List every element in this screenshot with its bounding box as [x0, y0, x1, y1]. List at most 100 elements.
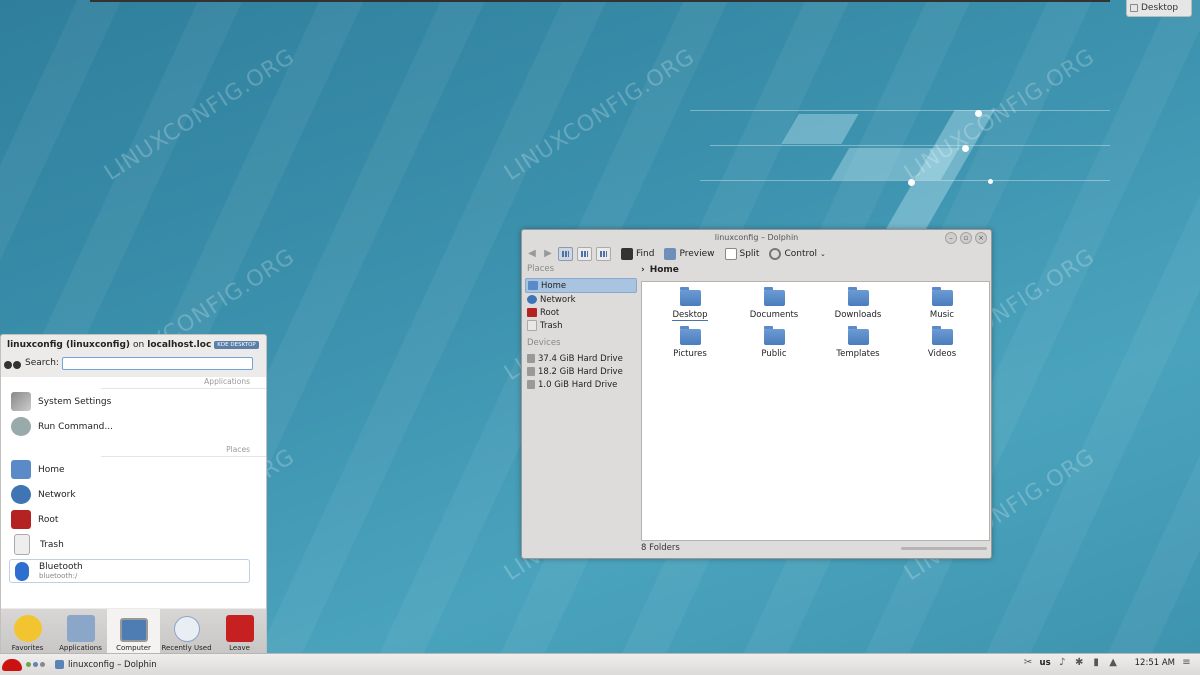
launcher-header: linuxconfig (linuxconfig) on localhost.l… [1, 335, 266, 355]
folder-label: Public [761, 349, 787, 359]
kde-desktop-logo: KDE DESKTOP [214, 341, 259, 349]
place-home[interactable]: Home [525, 278, 637, 293]
find-button[interactable]: Find [621, 248, 654, 260]
folder-label: Desktop [672, 310, 708, 321]
back-arrow-icon[interactable]: ◀ [526, 248, 538, 260]
folder-item[interactable]: Music [900, 287, 984, 327]
dolphin-icon [55, 660, 64, 669]
folder-label: Documents [749, 310, 799, 320]
tab-recently-used[interactable]: Recently Used [160, 609, 213, 655]
minimize-button[interactable]: – [945, 232, 957, 244]
compact-view-button[interactable] [577, 247, 592, 261]
split-label: Split [739, 249, 760, 259]
launcher-item-home[interactable]: Home [1, 457, 266, 482]
hard-drive-icon [527, 367, 535, 376]
watermark: LINUXCONFIG.ORG [900, 44, 1100, 186]
launcher-item-system-settings[interactable]: System Settings [1, 389, 266, 414]
bluetooth-tray-icon[interactable]: ✱ [1074, 657, 1085, 668]
clock-icon [173, 616, 200, 642]
root-folder-icon [11, 510, 31, 529]
chevron-down-icon: ⌄ [820, 250, 826, 258]
power-icon [225, 615, 254, 642]
launcher-item-label: Network [38, 489, 76, 500]
task-dolphin[interactable]: linuxconfig – Dolphin [55, 660, 157, 670]
folder-item[interactable]: Pictures [648, 326, 732, 366]
device-item[interactable]: 1.0 GiB Hard Drive [525, 378, 637, 391]
volume-icon[interactable]: ♪ [1057, 657, 1068, 668]
preview-label: Preview [679, 249, 715, 259]
breadcrumb[interactable]: › Home [641, 265, 679, 275]
desktop-pager[interactable] [26, 662, 45, 667]
launcher-item-label: Home [38, 464, 65, 475]
file-view[interactable]: Desktop Documents Downloads Music Pictur… [641, 281, 990, 541]
folder-item[interactable]: Public [732, 326, 816, 366]
dolphin-window[interactable]: linuxconfig – Dolphin – ▫ × ◀ ▶ Find Pre… [521, 229, 992, 559]
zoom-slider[interactable] [901, 547, 987, 550]
network-icon [11, 485, 31, 504]
preview-icon [664, 248, 677, 260]
maximize-button[interactable]: ▫ [960, 232, 972, 244]
forward-arrow-icon[interactable]: ▶ [542, 248, 554, 260]
tab-label: Favorites [11, 644, 44, 652]
wallpaper-graphic [690, 70, 1120, 240]
tab-label: Applications [59, 644, 102, 652]
tab-leave[interactable]: Leave [213, 609, 266, 655]
applications-section-header: Applications [101, 377, 266, 389]
device-item[interactable]: 37.4 GiB Hard Drive [525, 352, 637, 365]
window-titlebar[interactable]: linuxconfig – Dolphin – ▫ × [522, 230, 991, 245]
tab-computer[interactable]: Computer [107, 609, 160, 655]
folder-item[interactable]: Templates [816, 326, 900, 366]
place-root[interactable]: Root [525, 306, 637, 319]
applications-icon [66, 615, 95, 642]
split-button[interactable]: Split [724, 248, 760, 260]
folder-item[interactable]: Downloads [816, 287, 900, 327]
launcher-item-trash[interactable]: Trash [1, 532, 266, 557]
folder-item[interactable]: Desktop [648, 287, 732, 327]
launcher-item-root[interactable]: Root [1, 507, 266, 532]
battery-icon[interactable]: ▮ [1091, 657, 1102, 668]
device-label: 1.0 GiB Hard Drive [538, 379, 618, 390]
computer-icon [119, 618, 148, 642]
root-folder-icon [527, 308, 537, 317]
network-tray-icon[interactable]: ✂ [1023, 657, 1034, 668]
panel-options-icon[interactable]: ≡ [1181, 657, 1192, 668]
gear-icon [769, 248, 782, 260]
launcher-item-network[interactable]: Network [1, 482, 266, 507]
control-label: Control [784, 249, 818, 259]
icons-view-button[interactable] [558, 247, 573, 261]
chevron-right-icon: › [641, 265, 645, 275]
clock[interactable]: 12:51 AM [1135, 658, 1175, 668]
place-label: Home [541, 280, 567, 291]
place-network[interactable]: Network [525, 293, 637, 306]
place-trash[interactable]: Trash [525, 319, 637, 332]
tab-applications[interactable]: Applications [54, 609, 107, 655]
redhat-menu-icon[interactable] [2, 658, 22, 671]
launcher-item-label: System Settings [38, 396, 112, 407]
top-panel-edge [90, 0, 1110, 2]
tab-label: Leave [229, 644, 250, 652]
launcher-item-label: Bluetooth [39, 562, 83, 572]
close-button[interactable]: × [975, 232, 987, 244]
trash-icon [527, 320, 537, 331]
search-input[interactable] [61, 356, 253, 370]
place-label: Network [540, 294, 576, 305]
launcher-item-bluetooth[interactable]: Bluetooth bluetooth:/ [9, 559, 250, 583]
places-section-header: Places [101, 445, 266, 457]
desktop-toolbox[interactable]: Desktop [1126, 0, 1192, 17]
tab-favorites[interactable]: Favorites [1, 609, 54, 655]
control-button[interactable]: Control ⌄ [769, 248, 826, 260]
launcher-list: Applications System Settings Run Command… [1, 377, 266, 608]
folder-item[interactable]: Videos [900, 326, 984, 366]
launcher-item-label: Trash [40, 539, 64, 550]
details-view-button[interactable] [596, 247, 611, 261]
keyboard-layout[interactable]: us [1040, 658, 1051, 668]
gear-icon [11, 417, 31, 436]
breadcrumb-home[interactable]: Home [650, 265, 679, 275]
notifications-icon[interactable]: ▲ [1108, 657, 1119, 668]
find-label: Find [636, 249, 655, 259]
toolbox-label: Desktop [1141, 3, 1179, 13]
preview-button[interactable]: Preview [664, 248, 715, 260]
launcher-item-run-command[interactable]: Run Command... [1, 414, 266, 439]
device-item[interactable]: 18.2 GiB Hard Drive [525, 365, 637, 378]
folder-item[interactable]: Documents [732, 287, 816, 327]
